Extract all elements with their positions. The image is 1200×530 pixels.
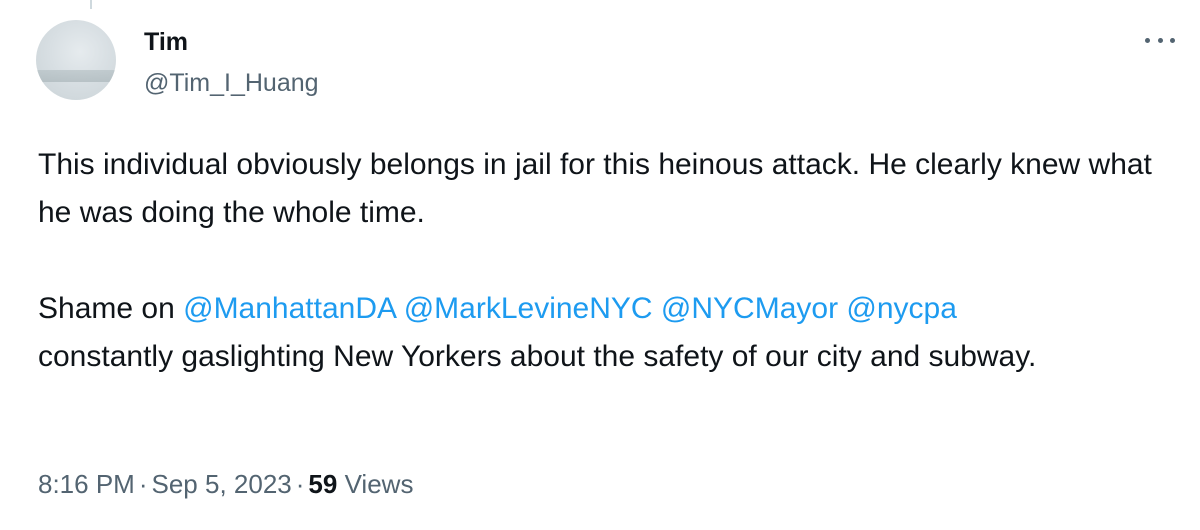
- tweet-metadata: 8:16 PM · Sep 5, 2023 · 59 Views: [38, 466, 413, 502]
- tweet-text: This individual obviously belongs in jai…: [38, 141, 1188, 381]
- tweet-paragraph-2: Shame on @ManhattanDA @MarkLevineNYC @NY…: [38, 285, 1188, 381]
- shame-rest: constantly gaslighting New Yorkers about…: [38, 340, 1037, 373]
- mention-link-manhattanda[interactable]: @ManhattanDA: [183, 292, 395, 325]
- avatar-image-detail: [36, 70, 116, 82]
- more-dot: [1170, 37, 1175, 43]
- tweet-date[interactable]: Sep 5, 2023: [152, 469, 292, 499]
- shame-prefix: Shame on: [38, 292, 175, 325]
- tweet-paragraph-1: This individual obviously belongs in jai…: [38, 148, 1152, 229]
- more-dot: [1157, 37, 1163, 43]
- thread-connector-line: [90, 0, 92, 9]
- mention-link-nycmayor[interactable]: @NYCMayor: [661, 292, 838, 325]
- meta-separator: ·: [138, 469, 148, 499]
- mention-link-nycpa[interactable]: @nycpa: [846, 292, 957, 325]
- tweet-time[interactable]: 8:16 PM: [38, 469, 135, 499]
- more-horizontal-icon[interactable]: [1145, 30, 1175, 50]
- more-dot: [1145, 37, 1150, 43]
- author-display-name[interactable]: Tim: [144, 27, 188, 57]
- meta-separator: ·: [295, 469, 305, 499]
- mention-link-marklevinenyc[interactable]: @MarkLevineNYC: [404, 292, 653, 325]
- views-count: 59: [308, 469, 338, 499]
- author-handle[interactable]: @Tim_I_Huang: [144, 68, 319, 98]
- views-label: Views: [344, 469, 414, 499]
- avatar[interactable]: [36, 20, 116, 100]
